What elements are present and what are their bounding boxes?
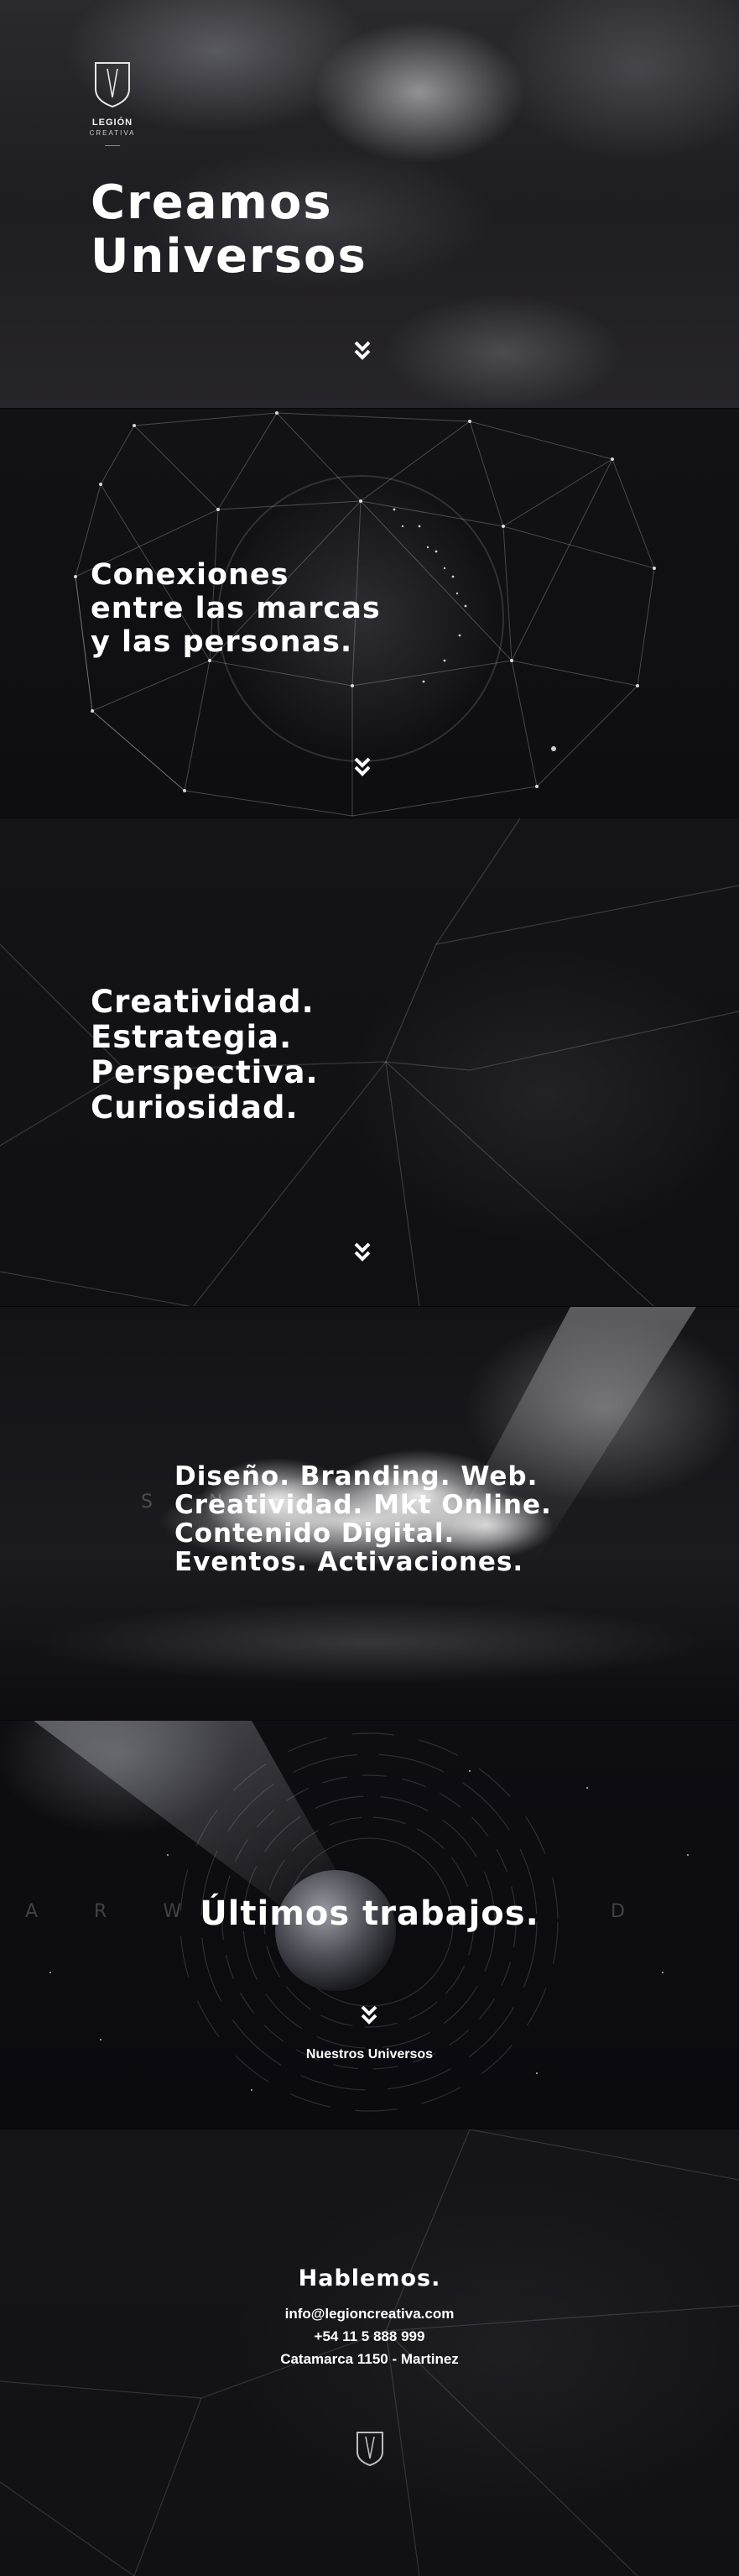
services-section: S N Diseño. Branding. Web. Creatividad. … bbox=[0, 1307, 739, 1721]
latest-work-section: A R W D Últimos trabajos. Nuestros Unive… bbox=[0, 1721, 739, 2129]
services-line-3: Contenido Digital. bbox=[174, 1518, 455, 1549]
values-line-4: Curiosidad. bbox=[91, 1089, 299, 1126]
contact-heading: Hablemos. bbox=[298, 2265, 441, 2291]
values-section: Creatividad. Estrategia. Perspectiva. Cu… bbox=[0, 818, 739, 1307]
hero-title: Creamos Universos bbox=[91, 176, 367, 284]
brand-divider bbox=[105, 145, 120, 146]
services-line-2: Creatividad. Mkt Online. bbox=[174, 1490, 552, 1520]
values-line-1: Creatividad. bbox=[91, 984, 315, 1020]
services-heading: Diseño. Branding. Web. Creatividad. Mkt … bbox=[174, 1462, 552, 1576]
contact-address: Catamarca 1150 - Martinez bbox=[280, 2351, 459, 2367]
double-chevron-down-icon[interactable] bbox=[353, 340, 372, 362]
double-chevron-down-icon[interactable] bbox=[360, 2004, 378, 2026]
connections-line-2: entre las marcas bbox=[91, 592, 381, 625]
hero-title-line-1: Creamos bbox=[91, 175, 333, 230]
shield-logo-icon bbox=[95, 62, 130, 108]
contact-email-link[interactable]: info@legioncreativa.com bbox=[0, 2306, 739, 2323]
connections-heading: Conexiones entre las marcas y las person… bbox=[91, 558, 381, 659]
hero-section: LEGIÓN CREATIVA Creamos Universos bbox=[0, 0, 739, 409]
latest-work-heading: Últimos trabajos. bbox=[200, 1894, 539, 1933]
our-universes-link[interactable]: Nuestros Universos bbox=[0, 2047, 739, 2062]
shield-logo-icon[interactable] bbox=[355, 2430, 385, 2467]
hero-title-line-2: Universos bbox=[91, 229, 367, 284]
connections-line-3: y las personas. bbox=[91, 625, 353, 659]
double-chevron-down-icon[interactable] bbox=[353, 1241, 372, 1263]
services-line-1: Diseño. Branding. Web. bbox=[174, 1461, 539, 1492]
connections-line-1: Conexiones bbox=[91, 558, 289, 592]
contact-phone-link[interactable]: +54 11 5 888 999 bbox=[0, 2328, 739, 2345]
services-line-4: Eventos. Activaciones. bbox=[174, 1547, 524, 1577]
values-heading: Creatividad. Estrategia. Perspectiva. Cu… bbox=[91, 985, 319, 1126]
double-chevron-down-icon[interactable] bbox=[353, 756, 372, 778]
brand-name: LEGIÓN bbox=[91, 118, 133, 128]
contact-section: Hablemos. info@legioncreativa.com +54 11… bbox=[0, 2129, 739, 2576]
values-line-3: Perspectiva. bbox=[91, 1054, 319, 1090]
brand-logo[interactable]: LEGIÓN CREATIVA bbox=[87, 60, 138, 146]
values-line-2: Estrategia. bbox=[91, 1019, 293, 1055]
connections-section: Conexiones entre las marcas y las person… bbox=[0, 409, 739, 818]
brand-subtitle: CREATIVA bbox=[89, 129, 136, 137]
